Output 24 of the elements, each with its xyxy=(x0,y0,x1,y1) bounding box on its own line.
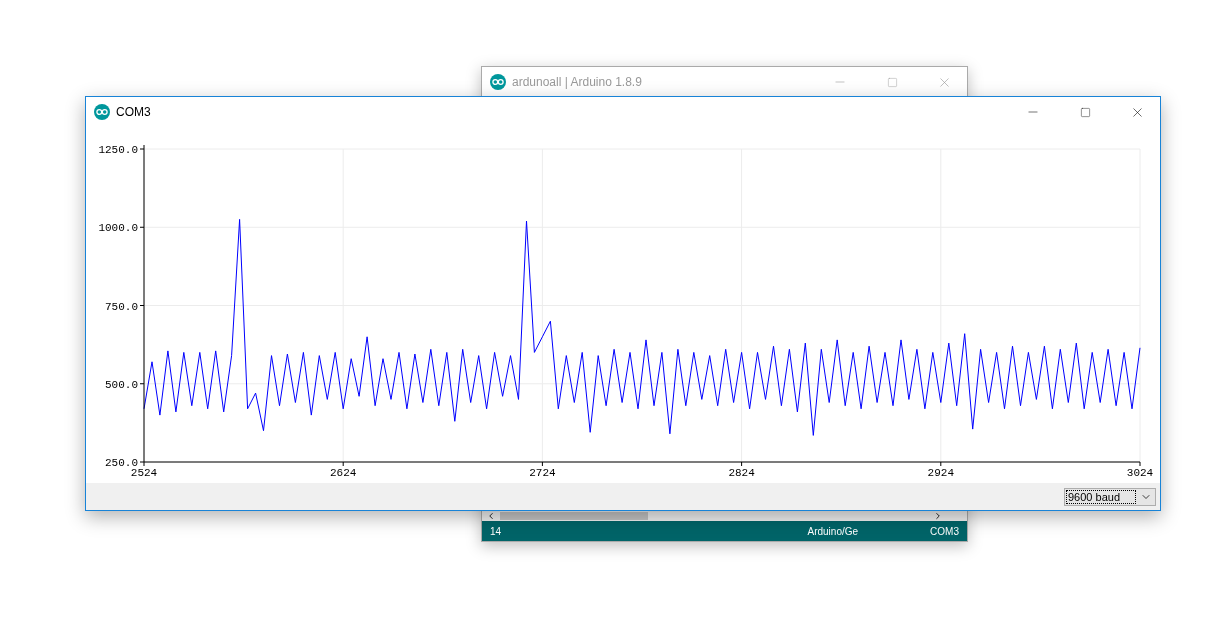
line-number: 14 xyxy=(490,525,502,537)
window-title: ardunoall | Arduino 1.8.9 xyxy=(512,75,643,89)
port-name: COM3 xyxy=(930,525,959,537)
y-tick-label: 1000.0 xyxy=(98,222,138,235)
app-logo-icon xyxy=(94,104,110,120)
app-logo-icon xyxy=(490,74,506,90)
scrollbar-thumb[interactable] xyxy=(500,512,648,520)
maximize-icon xyxy=(1079,106,1091,118)
x-tick-label: 3024 xyxy=(1126,467,1154,479)
scroll-left-icon[interactable] xyxy=(486,511,496,521)
x-tick-label: 2524 xyxy=(130,467,158,479)
y-tick-label: 250.0 xyxy=(105,457,138,469)
y-tick-label: 750.0 xyxy=(105,300,138,313)
y-tick-label: 500.0 xyxy=(105,378,138,391)
y-tick-label: 1250.0 xyxy=(98,144,138,156)
baud-select[interactable]: 9600 baud xyxy=(1064,487,1156,506)
x-tick-label: 2924 xyxy=(927,467,954,479)
window-title: COM3 xyxy=(116,105,152,119)
scroll-right-icon[interactable] xyxy=(933,511,943,521)
maximize-icon xyxy=(886,76,898,88)
x-tick-label: 2624 xyxy=(330,467,357,479)
board-name: Arduino/Ge xyxy=(807,525,859,537)
x-tick-label: 2724 xyxy=(529,467,556,479)
x-tick-label: 2824 xyxy=(728,467,755,479)
